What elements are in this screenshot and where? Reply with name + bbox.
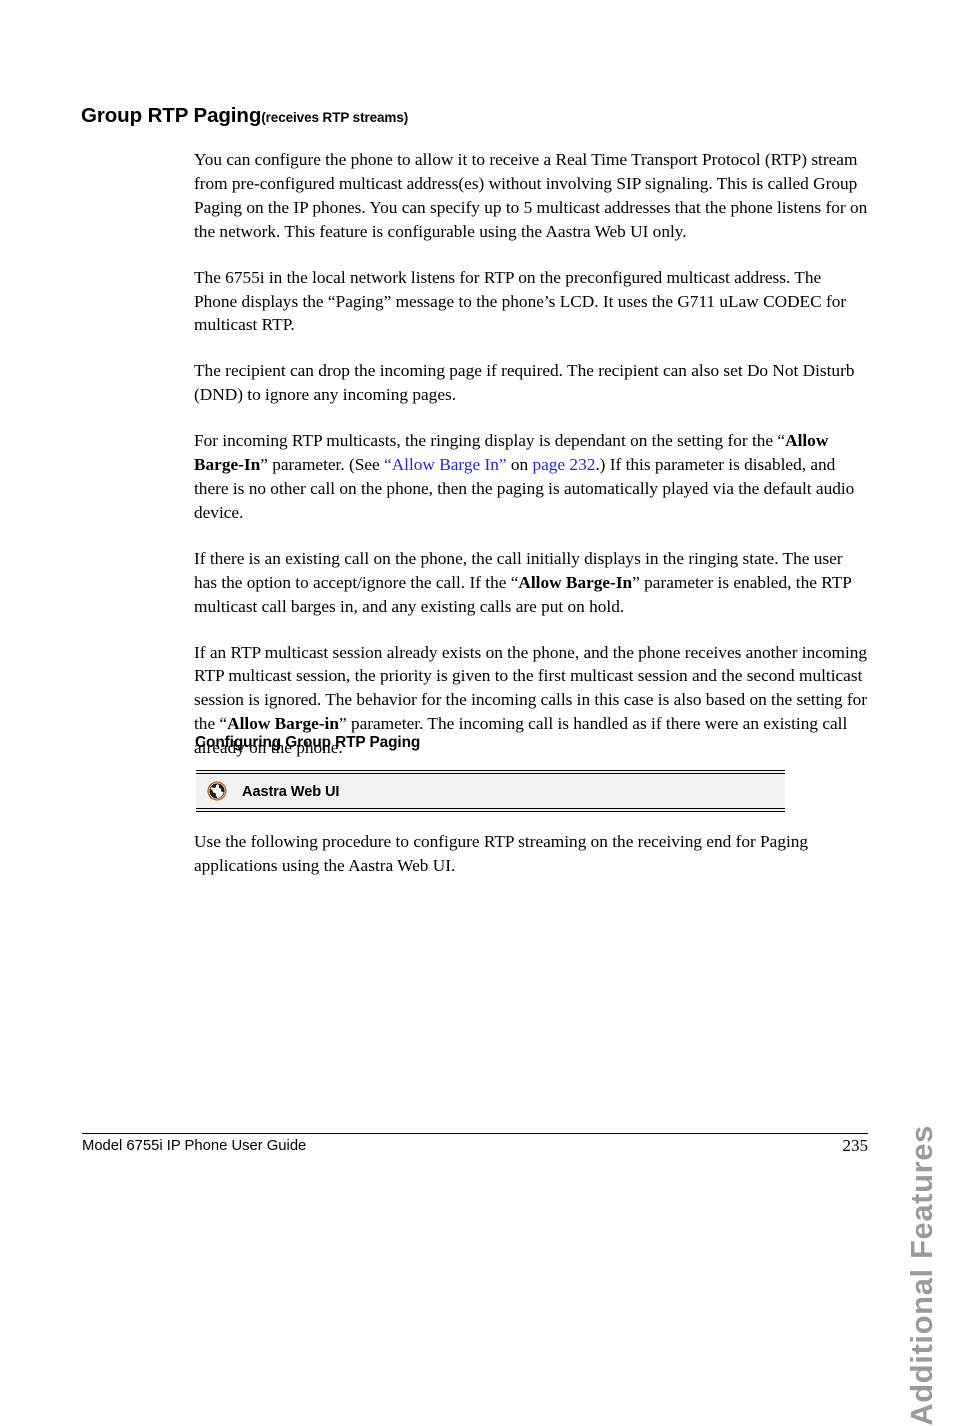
footer-page-number: 235	[842, 1136, 869, 1155]
paragraph-7: Use the following procedure to configure…	[194, 832, 809, 875]
chapter-side-tab: Additional Features	[892, 765, 948, 1426]
paragraph-4-text-a: For incoming RTP multicasts, the ringing…	[194, 431, 786, 451]
page-title: Group RTP Paging(receives RTP streams)	[81, 104, 408, 128]
cross-reference-link-allow-barge-in[interactable]: “Allow Barge In”	[384, 455, 507, 474]
paragraph-4-text-c: on	[506, 455, 533, 475]
cross-reference-link-page-232[interactable]: page 232	[532, 455, 595, 474]
trailing-text-column: Use the following procedure to configure…	[194, 830, 868, 900]
aastra-web-ui-callout-label: Aastra Web UI	[242, 784, 340, 800]
document-page: Additional Features Group RTP Paging(rec…	[0, 0, 954, 1426]
chapter-side-tab-label: Additional Features	[904, 1125, 939, 1426]
paragraph-5: If there is an existing call on the phon…	[194, 547, 868, 619]
paragraph-4-text-b: ” parameter. (See	[260, 455, 385, 475]
footer-divider	[82, 1133, 868, 1134]
section-heading-configuring-group-rtp-paging: Configuring Group RTP Paging	[195, 734, 421, 751]
page-title-sub: (receives RTP streams)	[261, 110, 409, 125]
paragraph-2: The 6755i in the local network listens f…	[194, 267, 847, 335]
aastra-web-ui-callout-box: Aastra Web UI	[196, 770, 785, 812]
paragraph-1: You can configure the phone to allow it …	[194, 150, 868, 241]
page-title-main: Group RTP Paging	[81, 104, 262, 127]
body-text-column: You can configure the phone to allow it …	[194, 148, 868, 782]
paragraph-3: The recipient can drop the incoming page…	[194, 361, 855, 405]
aastra-web-ui-callout-inner: Aastra Web UI	[196, 771, 785, 811]
paragraph-6-bold-term: Allow Barge-in	[227, 714, 339, 734]
paragraph-5-bold-term: Allow Barge-In	[518, 572, 633, 592]
paragraph-4: For incoming RTP multicasts, the ringing…	[194, 429, 868, 525]
globe-icon	[206, 780, 228, 802]
